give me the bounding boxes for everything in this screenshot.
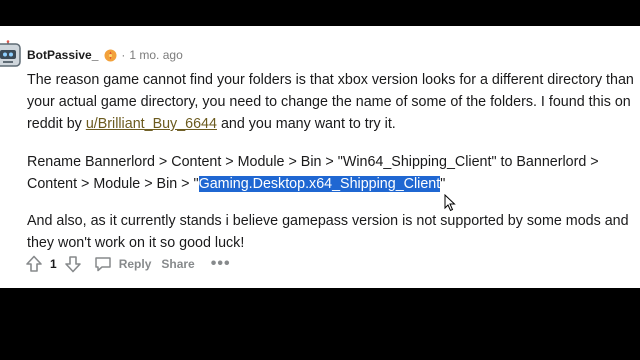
robot-avatar-icon	[0, 40, 21, 67]
share-button[interactable]: Share	[161, 257, 194, 271]
reply-label: Reply	[118, 257, 152, 271]
mouse-cursor-icon	[444, 193, 456, 212]
text-span: reddit by	[27, 116, 86, 132]
user-link[interactable]: u/Brilliant_Buy_6644	[86, 116, 217, 132]
paragraph-1-line-1: The reason game cannot find your folders…	[27, 72, 634, 88]
selected-text[interactable]: Gaming.Desktop.x64_Shipping_Client	[198, 176, 441, 192]
upvote-icon[interactable]	[24, 254, 44, 274]
downvote-icon[interactable]	[63, 254, 83, 274]
avatar[interactable]	[0, 40, 22, 70]
vote-score: 1	[50, 257, 57, 271]
paragraph-3-line-2: they won't work on it so good luck!	[27, 235, 245, 251]
separator-dot: ·	[121, 48, 126, 62]
paragraph-3-line-1: And also, as it currently stands i belie…	[27, 213, 629, 229]
text-span: Content > Module > Bin > "	[27, 176, 199, 192]
paragraph-2-line-2: Content > Module > Bin > "Gaming.Desktop…	[27, 173, 640, 195]
more-options-icon[interactable]: •••	[211, 255, 231, 273]
paragraph-2-line-1: Rename Bannerlord > Content > Module > B…	[27, 154, 599, 170]
reply-button[interactable]: Reply	[93, 254, 152, 274]
share-label: Share	[161, 257, 195, 271]
paragraph-1-line-2: your actual game directory, you need to …	[27, 94, 631, 110]
video-frame: BotPassive_ · 1 mo. ago The reason game …	[0, 0, 640, 360]
text-span: and you many want to try it.	[216, 116, 396, 132]
paragraph-1-line-3: reddit by u/Brilliant_Buy_6644 and you m…	[27, 113, 640, 135]
flair-icon	[104, 49, 117, 62]
comment-bubble-icon	[94, 257, 111, 272]
comment-panel: BotPassive_ · 1 mo. ago The reason game …	[0, 26, 640, 288]
comment-header: BotPassive_ · 1 mo. ago	[27, 48, 183, 62]
text-span: "	[440, 176, 446, 192]
username[interactable]: BotPassive_	[27, 48, 98, 62]
comment-body: The reason game cannot find your folders…	[27, 69, 640, 254]
comment-actions: 1 Reply Share •••	[24, 254, 231, 274]
timestamp[interactable]: 1 mo. ago	[129, 48, 182, 62]
